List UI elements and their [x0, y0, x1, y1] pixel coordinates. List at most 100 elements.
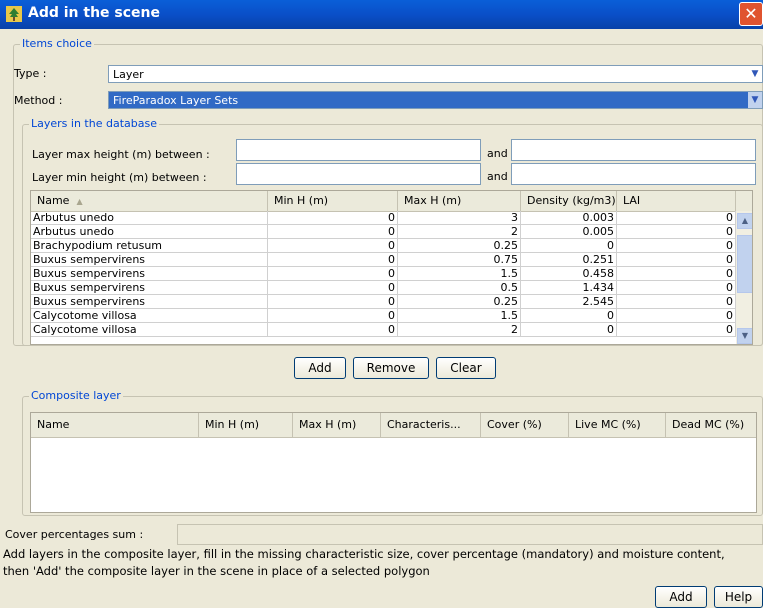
- col-header-min-h[interactable]: Min H (m): [268, 191, 398, 211]
- table-cell: 0.251: [521, 253, 617, 267]
- add-to-composite-button[interactable]: Add: [294, 357, 346, 379]
- table-cell: 1.5: [398, 267, 521, 281]
- table-cell: 1.434: [521, 281, 617, 295]
- clear-button[interactable]: Clear: [436, 357, 496, 379]
- table-cell: Arbutus unedo: [31, 211, 268, 225]
- composite-table[interactable]: Name Min H (m) Max H (m) Characteris... …: [30, 412, 757, 513]
- table-cell: 0: [617, 281, 736, 295]
- type-select-value: Layer: [113, 68, 144, 81]
- database-table[interactable]: Name ▲ Min H (m) Max H (m) Density (kg/m…: [30, 190, 753, 345]
- table-cell: 0: [617, 253, 736, 267]
- table-cell: 0: [268, 211, 398, 225]
- max-height-from-input[interactable]: [236, 139, 481, 161]
- method-label: Method :: [14, 94, 63, 107]
- table-cell: 2: [398, 323, 521, 337]
- table-cell: 0: [617, 267, 736, 281]
- table-cell: 3: [398, 211, 521, 225]
- table-cell: 0: [268, 295, 398, 309]
- method-select[interactable]: FireParadox Layer Sets ▼: [108, 91, 763, 109]
- table-cell: 2.545: [521, 295, 617, 309]
- table-cell: 1.5: [398, 309, 521, 323]
- table-cell: 0: [617, 211, 736, 225]
- close-icon[interactable]: ✕: [739, 2, 763, 26]
- table-cell: 0.25: [398, 239, 521, 253]
- col-header-lai[interactable]: LAI: [617, 191, 736, 211]
- table-cell: 0: [521, 239, 617, 253]
- table-cell: 2: [398, 225, 521, 239]
- database-vertical-scrollbar[interactable]: ▲ ▼: [736, 211, 752, 344]
- scroll-up-icon[interactable]: ▲: [737, 213, 752, 229]
- add-to-scene-button[interactable]: Add: [655, 586, 707, 608]
- scroll-down-icon[interactable]: ▼: [737, 328, 752, 344]
- table-row[interactable]: Calycotome villosa 0 2 0 0: [31, 323, 736, 337]
- table-cell: 0: [521, 323, 617, 337]
- table-row[interactable]: Arbutus unedo 0 3 0.003 0: [31, 211, 736, 225]
- table-row[interactable]: Buxus sempervirens 0 0.75 0.251 0: [31, 253, 736, 267]
- window-title: Add in the scene: [28, 5, 161, 21]
- database-table-body: Arbutus unedo 0 3 0.003 0 Arbutus unedo 0 2 0.00…: [31, 211, 736, 344]
- min-height-to-input[interactable]: [511, 163, 756, 185]
- tree-icon: [6, 6, 22, 22]
- database-table-header: Name ▲ Min H (m) Max H (m) Density (kg/m…: [31, 191, 752, 212]
- table-cell: 0: [521, 309, 617, 323]
- type-select[interactable]: Layer ▼: [108, 65, 763, 83]
- table-row[interactable]: Calycotome villosa 0 1.5 0 0: [31, 309, 736, 323]
- table-row[interactable]: Arbutus unedo 0 2 0.005 0: [31, 225, 736, 239]
- method-select-value: FireParadox Layer Sets: [113, 94, 239, 107]
- table-cell: 0: [268, 239, 398, 253]
- table-cell: 0.75: [398, 253, 521, 267]
- type-label: Type :: [14, 67, 47, 80]
- table-cell: 0: [268, 309, 398, 323]
- table-cell: Calycotome villosa: [31, 323, 268, 337]
- min-height-from-input[interactable]: [236, 163, 481, 185]
- cover-sum-field: [177, 524, 763, 545]
- composite-col-dead-mc[interactable]: Dead MC (%): [666, 413, 756, 437]
- composite-table-header: Name Min H (m) Max H (m) Characteris... …: [31, 413, 756, 438]
- table-row[interactable]: Buxus sempervirens 0 0.5 1.434 0: [31, 281, 736, 295]
- table-row[interactable]: Brachypodium retusum 0 0.25 0 0: [31, 239, 736, 253]
- hint-text-line-1: Add layers in the composite layer, fill …: [3, 547, 725, 561]
- table-cell: Brachypodium retusum: [31, 239, 268, 253]
- chevron-down-icon[interactable]: ▼: [748, 92, 762, 108]
- table-cell: 0: [268, 267, 398, 281]
- help-button[interactable]: Help: [714, 586, 763, 608]
- table-cell: Arbutus unedo: [31, 225, 268, 239]
- items-choice-legend: Items choice: [20, 37, 94, 50]
- scroll-thumb[interactable]: [737, 235, 752, 293]
- composite-col-name[interactable]: Name: [31, 413, 199, 437]
- col-header-max-h[interactable]: Max H (m): [398, 191, 521, 211]
- composite-layer-legend: Composite layer: [29, 389, 123, 402]
- max-height-label: Layer max height (m) between :: [32, 148, 210, 161]
- title-bar[interactable]: Add in the scene ✕: [0, 0, 763, 29]
- composite-col-max-h[interactable]: Max H (m): [293, 413, 381, 437]
- table-cell: 0: [268, 323, 398, 337]
- col-header-density[interactable]: Density (kg/m3): [521, 191, 617, 211]
- table-cell: 0: [268, 253, 398, 267]
- composite-col-min-h[interactable]: Min H (m): [199, 413, 293, 437]
- remove-button[interactable]: Remove: [353, 357, 429, 379]
- table-cell: 0: [617, 225, 736, 239]
- max-height-to-input[interactable]: [511, 139, 756, 161]
- table-cell: Calycotome villosa: [31, 309, 268, 323]
- hint-text-line-2: then 'Add' the composite layer in the sc…: [3, 564, 430, 578]
- table-cell: Buxus sempervirens: [31, 281, 268, 295]
- table-cell: 0.005: [521, 225, 617, 239]
- table-cell: 0: [617, 309, 736, 323]
- max-height-and-label: and: [487, 147, 508, 160]
- table-cell: Buxus sempervirens: [31, 267, 268, 281]
- table-cell: Buxus sempervirens: [31, 253, 268, 267]
- col-header-name[interactable]: Name ▲: [31, 191, 268, 211]
- min-height-label: Layer min height (m) between :: [32, 171, 207, 184]
- table-cell: Buxus sempervirens: [31, 295, 268, 309]
- table-row[interactable]: Buxus sempervirens 0 0.25 2.545 0: [31, 295, 736, 309]
- table-cell: 0.458: [521, 267, 617, 281]
- sort-ascending-icon: ▲: [76, 197, 83, 206]
- table-row[interactable]: Buxus sempervirens 0 1.5 0.458 0: [31, 267, 736, 281]
- min-height-and-label: and: [487, 170, 508, 183]
- composite-col-characteristic[interactable]: Characteris...: [381, 413, 481, 437]
- chevron-down-icon[interactable]: ▼: [748, 66, 762, 82]
- composite-col-cover[interactable]: Cover (%): [481, 413, 569, 437]
- database-legend: Layers in the database: [29, 117, 159, 130]
- table-cell: 0: [268, 281, 398, 295]
- composite-col-live-mc[interactable]: Live MC (%): [569, 413, 666, 437]
